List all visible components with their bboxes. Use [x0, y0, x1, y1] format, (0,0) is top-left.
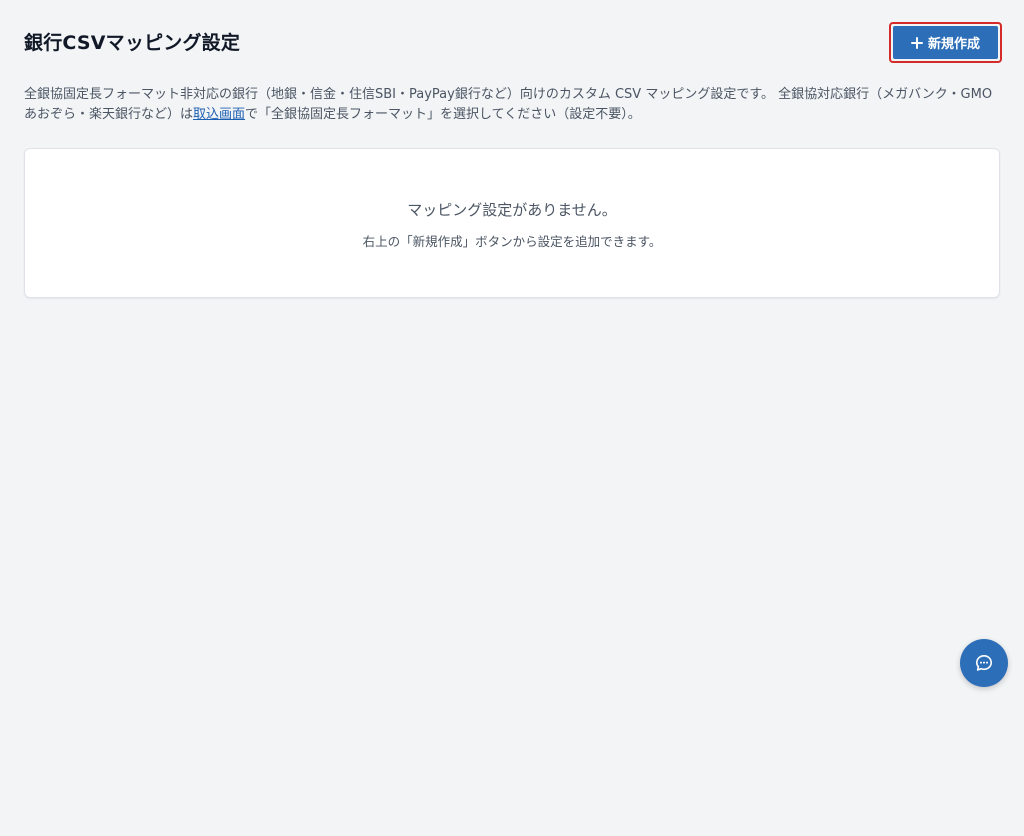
new-mapping-button[interactable]: 新規作成 — [889, 22, 1002, 63]
plus-icon — [910, 36, 923, 49]
empty-state-card: マッピング設定がありません。 右上の「新規作成」ボタンから設定を追加できます。 — [24, 148, 1000, 298]
new-mapping-button-body[interactable]: 新規作成 — [893, 26, 998, 59]
new-mapping-button-label: 新規作成 — [927, 37, 980, 52]
empty-state-title: マッピング設定がありません。 — [407, 201, 617, 219]
page-header: 銀行CSVマッピング設定 新規作成 — [24, 22, 1002, 64]
page-description: 全銀協固定長フォーマット非対応の銀行（地銀・信金・住信SBI・PayPay銀行な… — [24, 85, 1000, 125]
description-text-2: で「全銀協固定長フォーマット」を選択してください（設定不要）。 — [245, 107, 641, 122]
chat-button[interactable] — [960, 639, 1008, 687]
import-screen-link[interactable]: 取込画面 — [193, 107, 245, 122]
chat-bubble-icon — [976, 655, 992, 671]
page: 銀行CSVマッピング設定 新規作成 全銀協固定長フォーマット非対応の銀行（地銀・… — [0, 0, 1024, 836]
page-title: 銀行CSVマッピング設定 — [24, 32, 241, 54]
empty-state-subtitle: 右上の「新規作成」ボタンから設定を追加できます。 — [362, 234, 662, 249]
